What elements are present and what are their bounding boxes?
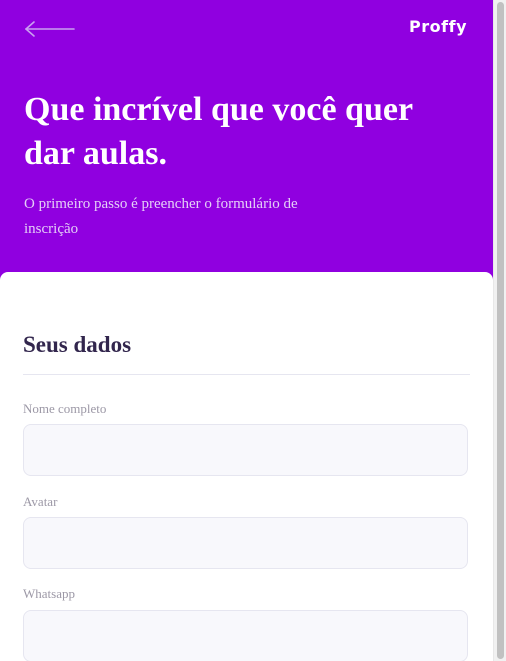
- name-input[interactable]: [23, 424, 468, 476]
- page-title: Que incrível que você quer dar aulas.: [24, 91, 413, 172]
- whatsapp-input[interactable]: [23, 610, 468, 661]
- proffy-logo: Proffy: [409, 17, 467, 36]
- page-header: Proffy Que incrível que você quer dar au…: [0, 0, 493, 300]
- avatar-input[interactable]: [23, 517, 468, 569]
- whatsapp-field-label: Whatsapp: [23, 586, 75, 601]
- name-field-label: Nome completo: [23, 401, 107, 416]
- form-card: Seus dados Nome completo Avatar Whatsapp: [0, 272, 493, 661]
- section-title: Seus dados: [23, 332, 132, 357]
- vertical-scrollbar[interactable]: [493, 0, 506, 661]
- back-button[interactable]: [24, 18, 76, 40]
- arrow-left-icon: [25, 21, 75, 37]
- section-divider: [23, 374, 470, 375]
- page: Proffy Que incrível que você quer dar au…: [0, 0, 493, 661]
- scrollbar-thumb[interactable]: [497, 2, 504, 659]
- page-description: O primeiro passo é preencher o formulári…: [24, 196, 298, 237]
- avatar-field-label: Avatar: [23, 494, 58, 509]
